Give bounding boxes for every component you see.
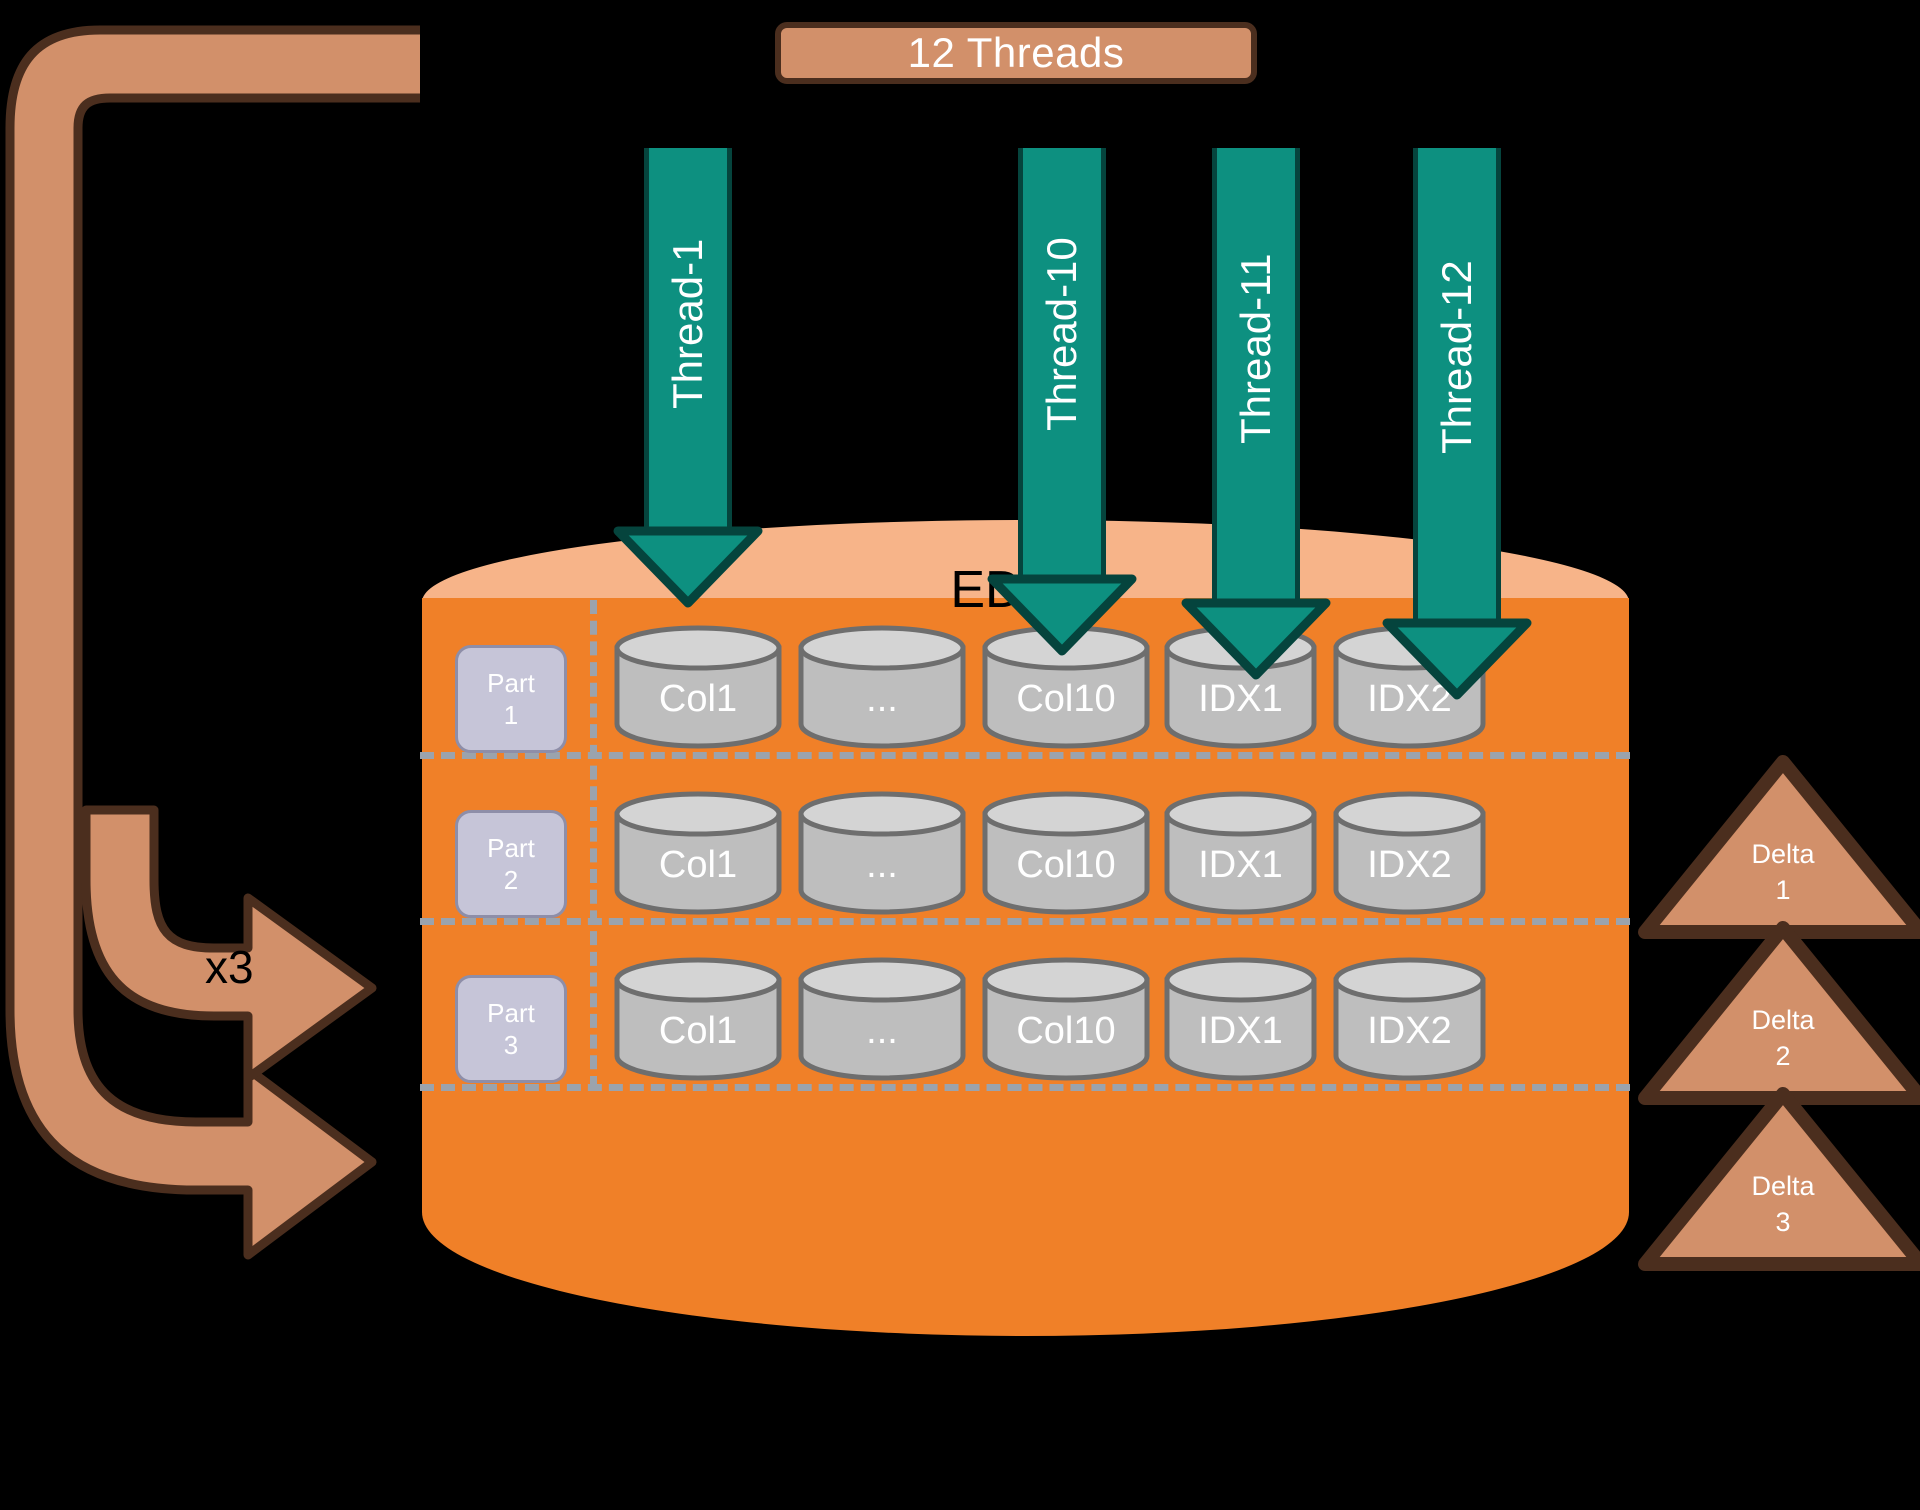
partition-chip-number: 1 (503, 700, 519, 730)
partition-divider-1 (420, 752, 1630, 759)
partition-chip-2[interactable]: Part 2 (455, 810, 567, 918)
partition-chip-number: 2 (503, 865, 519, 895)
down-arrow-icon (987, 574, 1137, 656)
diagram-canvas: x2 x3 12 Threads EDB 4 Part 1 Col1 ... (0, 0, 1920, 1510)
multiplier-x2-label: x2 (207, 796, 256, 848)
store-cylinder[interactable]: ... (797, 791, 967, 915)
delta-triangle-2[interactable]: Delta 2 (1638, 918, 1920, 1108)
down-arrow-icon (1181, 598, 1331, 680)
down-arrow-icon (1382, 618, 1532, 700)
database-cylinder-bottom (418, 1080, 1633, 1340)
store-cylinder[interactable]: Col10 (981, 957, 1151, 1081)
delta-triangle-1[interactable]: Delta 1 (1638, 752, 1920, 942)
partition-column-divider (590, 600, 597, 1090)
store-cylinder[interactable]: ... (797, 625, 967, 749)
down-arrow-icon (613, 526, 763, 608)
multiplier-x3-label: x3 (205, 941, 254, 993)
store-cylinder[interactable]: IDX1 (1163, 957, 1318, 1081)
loop-path-outer (5, 25, 420, 1260)
thread-arrow-label: Thread-11 (1232, 253, 1280, 444)
store-cylinder[interactable]: Col1 (613, 625, 783, 749)
partition-divider-3 (420, 1084, 1630, 1091)
store-cylinder[interactable]: Col1 (613, 791, 783, 915)
partition-chip-label: Part (487, 997, 535, 1028)
partition-chip-label: Part (487, 832, 535, 863)
store-cylinder[interactable]: Col10 (981, 791, 1151, 915)
thread-arrow-12[interactable]: Thread-12 (1382, 148, 1532, 700)
partition-chip-3[interactable]: Part 3 (455, 975, 567, 1083)
store-cylinder[interactable]: IDX2 (1332, 791, 1487, 915)
thread-arrow-1[interactable]: Thread-1 (613, 148, 763, 608)
store-cylinder[interactable]: IDX2 (1332, 957, 1487, 1081)
thread-arrow-label: Thread-12 (1433, 260, 1481, 454)
store-cylinder[interactable]: IDX1 (1163, 791, 1318, 915)
partition-chip-number: 3 (503, 1030, 519, 1060)
thread-arrow-11[interactable]: Thread-11 (1181, 148, 1331, 680)
feedback-loop-arrows: x2 x3 (0, 0, 420, 1400)
store-cylinder[interactable]: ... (797, 957, 967, 1081)
partition-chip-1[interactable]: Part 1 (455, 645, 567, 753)
delta-triangle-3[interactable]: Delta 3 (1638, 1084, 1920, 1274)
thread-arrow-10[interactable]: Thread-10 (987, 148, 1137, 656)
thread-arrow-label: Thread-1 (664, 238, 711, 409)
partition-chip-label: Part (487, 667, 535, 698)
store-cylinder[interactable]: Col1 (613, 957, 783, 1081)
partition-divider-2 (420, 918, 1630, 925)
thread-arrow-label: Thread-10 (1038, 237, 1086, 431)
threads-count-badge: 12 Threads (775, 22, 1257, 84)
